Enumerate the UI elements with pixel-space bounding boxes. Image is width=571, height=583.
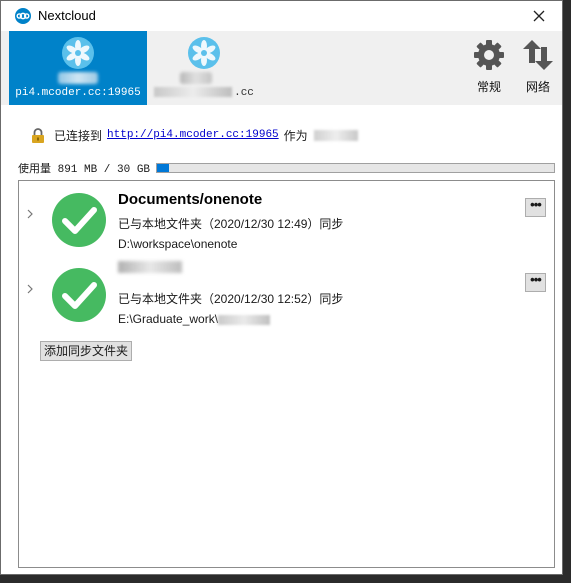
connection-status: 已连接到 http://pi4.mcoder.cc:19965 作为 [31,126,358,144]
general-settings-button[interactable]: 常规 [467,37,511,97]
folder-path-redacted [218,314,271,325]
account-url-suffix: .cc [234,87,254,99]
chevron-right-icon[interactable] [25,209,35,219]
username-redacted [313,129,358,141]
connection-prefix: 已连接到 [54,128,103,143]
nextcloud-settings-window: Nextcloud pi4.mcoder.cc:19965 .cc 常规 网络 … [0,0,563,575]
title-bar: Nextcloud [1,1,562,31]
network-arrows-icon [523,40,553,70]
folder-sync-status: 已与本地文件夹（2020/12/30 12:49）同步 [118,217,344,231]
more-icon: ••• [530,272,542,287]
account-url: pi4.mcoder.cc:19965 [15,87,141,99]
check-circle-icon [52,268,106,322]
account-tab-secondary[interactable]: .cc [149,31,259,105]
folder-title: Documents/onenote [118,191,263,208]
account-avatar-icon [188,37,220,69]
general-settings-label: 常规 [476,80,501,94]
quota-progress-fill [157,164,169,172]
lock-icon [32,127,44,143]
close-icon [533,10,545,22]
account-name-redacted [58,72,98,84]
chevron-right-icon[interactable] [25,284,35,294]
sync-folder-item[interactable]: Documents/onenote 已与本地文件夹（2020/12/30 12:… [19,181,554,253]
add-sync-folder-button[interactable]: 添加同步文件夹 [40,341,133,361]
folder-local-path: E:\Graduate_work\ [118,312,271,326]
folder-sync-status: 已与本地文件夹（2020/12/30 12:52）同步 [118,292,344,306]
gear-icon [474,40,504,70]
quota-progress-bar [156,163,555,173]
check-circle-icon [52,193,106,247]
account-name-redacted [180,72,212,84]
network-settings-label: 网络 [525,80,550,94]
toolbar: pi4.mcoder.cc:19965 .cc 常规 网络 [1,31,562,105]
account-url-redacted [154,87,233,98]
folder-more-button[interactable]: ••• [525,273,546,292]
server-link[interactable]: http://pi4.mcoder.cc:19965 [107,129,279,141]
quota-usage-text: 使用量 891 MB / 30 GB [18,164,151,176]
quota-usage: 使用量 891 MB / 30 GB [18,160,555,176]
network-settings-button[interactable]: 网络 [516,37,560,97]
account-tab-primary[interactable]: pi4.mcoder.cc:19965 [9,31,147,105]
nextcloud-logo-icon [15,8,31,24]
close-button[interactable] [516,1,562,31]
connection-as-label: 作为 [283,128,308,143]
folder-local-path: D:\workspace\onenote [118,237,238,251]
account-avatar-icon [62,37,94,69]
account-url: .cc [149,87,259,99]
window-title: Nextcloud [38,8,96,23]
sync-folder-list: Documents/onenote 已与本地文件夹（2020/12/30 12:… [18,180,555,568]
folder-path-text: E:\Graduate_work\ [118,312,219,326]
sync-folder-item[interactable]: 已与本地文件夹（2020/12/30 12:52）同步 E:\Graduate_… [19,256,554,328]
folder-more-button[interactable]: ••• [525,198,546,217]
folder-title-redacted [118,261,182,273]
more-icon: ••• [530,197,542,212]
